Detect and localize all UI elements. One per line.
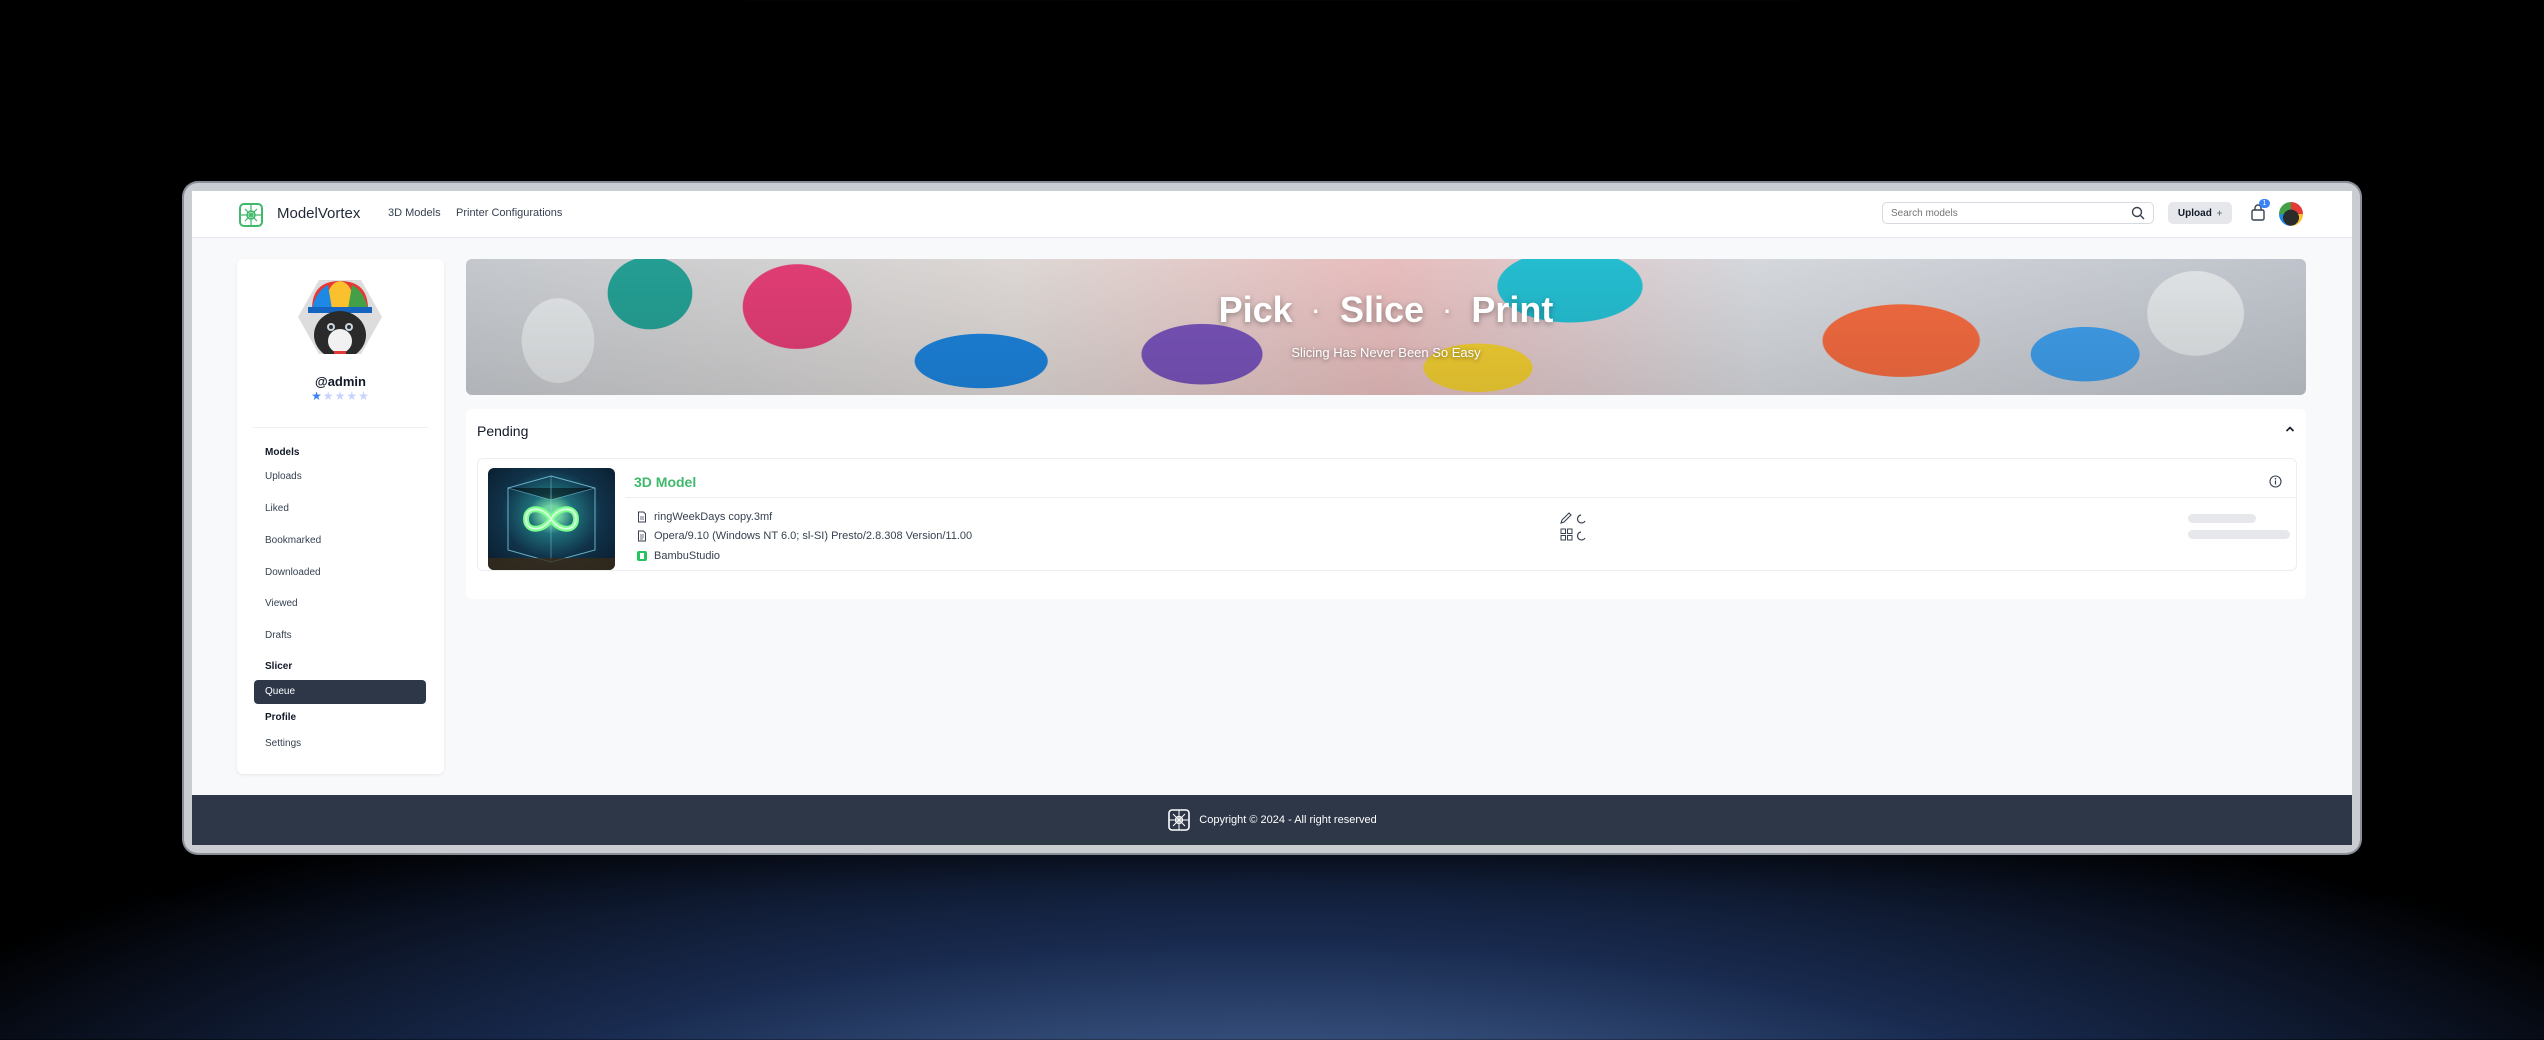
upload-button-label: Upload [2177,207,2212,219]
footer: Copyright © 2024 - All right reserved [192,795,2352,845]
notification-badge: 1 [2259,199,2270,208]
sidebar-section-profile: Profile [265,712,297,723]
loading-spinner-icon [1577,531,1586,541]
hero-banner: Pick · Slice · Print Slicing Has Never Been … [466,259,2306,395]
card-divider [625,497,2296,498]
profile-sidebar: @admin ★★★★★ Models Uploads Liked Bookma… [237,259,444,774]
pending-panel-title[interactable]: Pending [477,423,528,439]
star-filled-icon: ★ [311,389,323,403]
star-empty-icon: ★ [322,389,335,403]
meta-slicer-name: BambuStudio [654,550,721,562]
hero-word-print: Print [1471,289,1554,330]
user-avatar[interactable] [2279,202,2303,226]
top-navbar: ModelVortex 3D Models Printer Configurat… [192,191,2352,238]
sidebar-section-models: Models [265,447,300,458]
nav-printer-configurations[interactable]: Printer Configurations [456,207,562,219]
plus-icon: + [2216,208,2223,218]
skeleton-placeholder [2188,530,2290,539]
sidebar-item-viewed[interactable]: Viewed [265,598,298,609]
skeleton-placeholder [2188,514,2256,523]
queue-item-card: 3D Model ringWeekDays copy.3mf Opera/9.1… [477,458,2297,571]
hero-word-slice: Slice [1339,289,1425,330]
sidebar-item-drafts[interactable]: Drafts [265,630,292,641]
profile-avatar [298,280,382,354]
meta-file-name: ringWeekDays copy.3mf [654,511,773,523]
hero-separator: · [1444,299,1452,325]
grid-icon[interactable] [1560,528,1573,541]
model-thumbnail[interactable] [488,468,615,570]
hero-word-pick: Pick [1218,289,1293,330]
chevron-up-icon[interactable] [2284,423,2296,435]
upload-button[interactable]: Upload + [2168,202,2232,224]
star-empty-icon: ★ [346,389,359,403]
app-viewport: ModelVortex 3D Models Printer Configurat… [192,191,2352,845]
hero-title: Pick · Slice · Print [466,289,2306,331]
search-input[interactable] [1882,202,2154,224]
footer-logo-icon [1168,809,1191,831]
hero-subtitle: Slicing Has Never Been So Easy [1291,345,1481,360]
meta-printer-config: Opera/9.10 (Windows NT 6.0; sl-SI) Prest… [654,530,973,542]
sidebar-item-bookmarked[interactable]: Bookmarked [265,535,321,546]
file-icon [638,511,646,523]
star-empty-icon: ★ [334,389,347,403]
app-window: ModelVortex 3D Models Printer Configurat… [184,183,2360,853]
sidebar-item-uploads[interactable]: Uploads [265,471,302,482]
meta-slicer: BambuStudio [636,550,720,562]
profile-username: @admin [315,374,366,389]
profile-rating: ★★★★★ [237,389,444,403]
sidebar-item-liked[interactable]: Liked [265,503,289,514]
bambu-studio-icon [637,551,647,561]
sidebar-section-slicer: Slicer [265,661,293,672]
sidebar-item-settings[interactable]: Settings [265,738,301,749]
nav-3d-models[interactable]: 3D Models [388,207,441,219]
logo-icon[interactable] [237,201,265,229]
search-icon[interactable] [2131,206,2145,220]
sidebar-divider [253,427,428,428]
sidebar-item-queue[interactable]: Queue [254,680,426,704]
sidebar-item-downloaded[interactable]: Downloaded [265,567,321,578]
document-icon [638,530,646,542]
footer-copyright: Copyright © 2024 - All right reserved [1199,814,1377,826]
meta-printer: Opera/9.10 (Windows NT 6.0; sl-SI) Prest… [636,530,972,542]
brand-name[interactable]: ModelVortex [277,205,360,222]
meta-file: ringWeekDays copy.3mf [636,511,772,523]
pending-panel: Pending 3D Model ringWeekDays copy.3mf O… [466,409,2306,599]
loading-spinner-icon [1577,514,1586,524]
edit-icon[interactable] [1560,512,1572,524]
info-icon[interactable] [2269,475,2282,488]
star-empty-icon: ★ [358,389,370,403]
hero-separator: · [1312,299,1320,325]
grid-action-row [1560,528,1600,542]
edit-action-row [1560,511,1600,525]
queue-item-title[interactable]: 3D Model [634,474,696,490]
